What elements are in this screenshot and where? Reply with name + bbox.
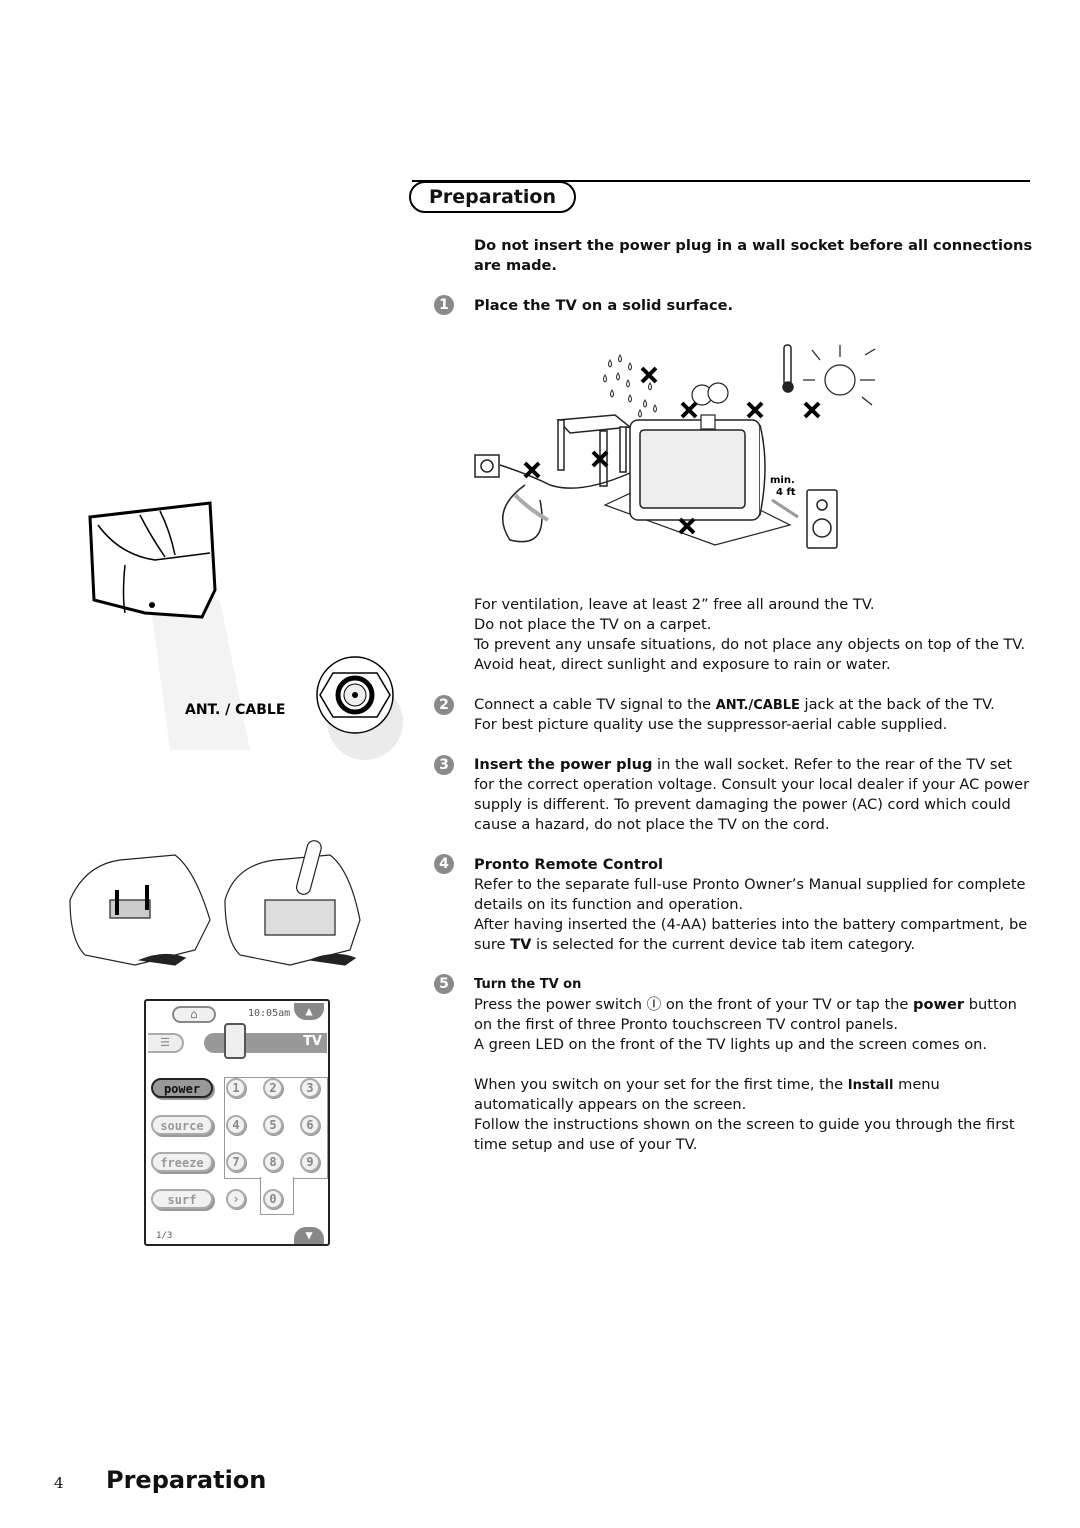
coax-connector-icon [316,656,403,760]
sun-icon [803,345,876,406]
device-tab-label: TV [303,1034,322,1049]
step-3-line-2: for the correct operation voltage. Consu… [474,776,1030,793]
page-number: 4 [54,1474,64,1492]
step-5-para2-line-1: When you switch on your set for the firs… [474,1076,940,1093]
chevron-right-icon: › [232,1192,240,1206]
scroll-up-button[interactable]: ▲ [294,1003,324,1020]
clock: 10:05am [248,1008,291,1019]
digit-6-button[interactable]: 6 [300,1115,320,1135]
home-button[interactable]: ⌂ [172,1006,216,1023]
digit-8-button[interactable]: 8 [263,1152,283,1172]
digit-3-button[interactable]: 3 [300,1078,320,1098]
source-button[interactable]: source [151,1115,213,1135]
distance-label: min. [770,475,795,486]
step-1-line-1: For ventilation, leave at least 2” free … [474,596,875,613]
step-4-title: Pronto Remote Control [474,856,664,873]
distance-arrow [771,498,799,519]
step-5-para2-line-2: automatically appears on the screen. [474,1096,747,1113]
warning-text: Do not insert the power plug in a wall s… [474,237,1033,274]
step-3-line-4: cause a hazard, do not place the TV on t… [474,816,830,833]
pronto-device-icon [224,1023,246,1059]
step-5-line-3: A green LED on the front of the TV light… [474,1036,988,1053]
scroll-down-button[interactable]: ▼ [294,1227,324,1244]
side-table [556,414,632,487]
step-5-para2-line-4: time setup and use of your TV. [474,1136,698,1153]
battery-insertion-illustration [69,840,361,966]
list-icon: ☰ [160,1036,170,1049]
step-1-line-2: Do not place the TV on a carpet. [474,616,712,633]
step-1-badge: 1 [434,295,454,315]
digit-7-button[interactable]: 7 [226,1152,246,1172]
digit-5-button[interactable]: 5 [263,1115,283,1135]
section-title: Preparation [409,181,576,213]
digit-4-button[interactable]: 4 [226,1115,246,1135]
digit-9-button[interactable]: 9 [300,1152,320,1172]
tv-placement-illustration: min. 4 ft [474,344,876,549]
step-5-badge: 5 [434,974,454,994]
step-4-line-2: details on its function and operation. [474,896,744,913]
step-3-badge: 3 [434,755,454,775]
freeze-button[interactable]: freeze [151,1152,213,1172]
antenna-jack-dot [149,602,155,608]
footer-title: Preparation [106,1466,267,1494]
step-4-line-1: Refer to the separate full-use Pronto Ow… [474,876,1026,893]
step-4-line-3: After having inserted the (4-AA) batteri… [474,916,1028,933]
step-3-line-1: Insert the power plug in the wall socket… [474,756,1013,773]
antenna-label: ANT. / CABLE [185,702,285,718]
step-2-line-1: Connect a cable TV signal to the ANT./CA… [474,696,995,713]
speaker-icon [806,489,838,549]
device-list-button[interactable]: ☰ [148,1033,184,1053]
arrow-down-icon: ▼ [305,1228,313,1242]
distance-value: 4 ft [776,487,796,498]
device-tab[interactable]: TV [204,1033,327,1053]
power-button[interactable]: power [151,1078,213,1098]
step-1-title: Place the TV on a solid surface. [474,297,734,314]
step-1-line-3: To prevent any unsafe situations, do not… [474,636,1026,653]
step-1-line-4: Avoid heat, direct sunlight and exposure… [474,656,891,673]
step-4-line-4: sure TV is selected for the current devi… [474,936,915,953]
step-2-badge: 2 [434,695,454,715]
step-5-para2-line-3: Follow the instructions shown on the scr… [474,1116,1015,1133]
pronto-remote-screen: ⌂ 10:05am ▲ ☰ TV power source freeze sur… [144,999,330,1246]
tv-back-illustration: ANT. / CABLE [88,501,403,760]
remote-back-cover [69,854,211,966]
step-5-line-2: on the first of three Pronto touchscreen… [474,1016,899,1033]
power-switch-icon: Ⓘ [646,996,662,1013]
digit-0-button[interactable]: 0 [263,1189,283,1209]
digit-1-button[interactable]: 1 [226,1078,246,1098]
surf-button[interactable]: surf [151,1189,213,1209]
arrow-up-icon: ▲ [305,1004,313,1018]
step-5-line-1: Press the power switch Ⓘ on the front of… [474,996,1017,1013]
wall-socket [474,454,500,478]
digit-2-button[interactable]: 2 [263,1078,283,1098]
step-2-line-2: For best picture quality use the suppres… [474,716,948,733]
step-5-title: Turn the TV on [474,977,582,992]
step-3-line-3: supply is different. To prevent damaging… [474,796,1011,813]
next-button[interactable]: › [226,1189,246,1209]
home-icon: ⌂ [190,1007,198,1021]
step-4-badge: 4 [434,854,454,874]
rain-icon [603,354,657,418]
tv-set [629,419,766,521]
thermometer-icon [782,344,794,393]
page-indicator: 1/3 [156,1231,173,1241]
remote-battery-compartment [224,840,361,966]
